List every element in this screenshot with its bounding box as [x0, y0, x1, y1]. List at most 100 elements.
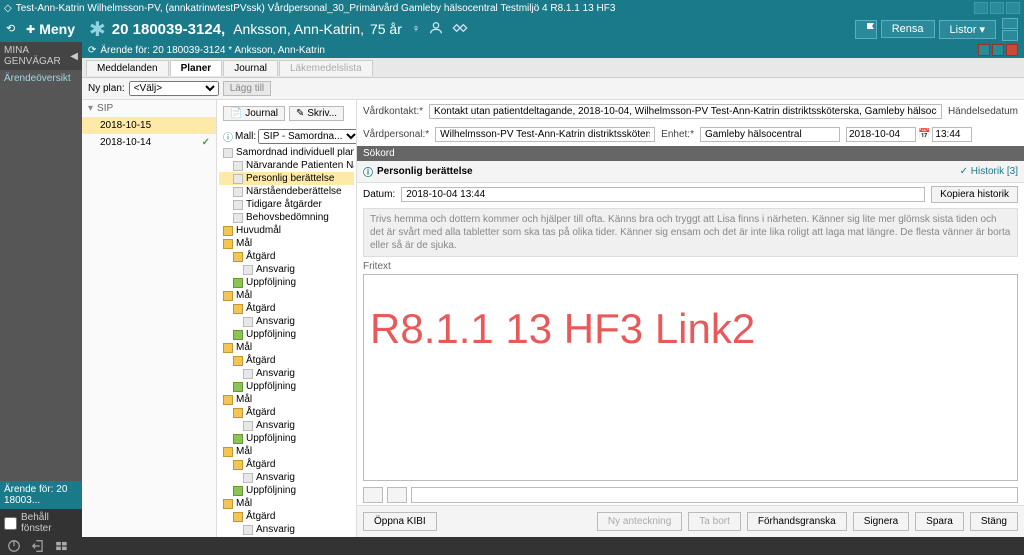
time-input[interactable] [932, 127, 972, 142]
tree-item[interactable]: Ansvarig [219, 523, 354, 536]
power-icon[interactable] [6, 539, 22, 553]
tree-item-label: Närvarande Patienten Närståen [246, 160, 354, 171]
tree-item-label: Tidigare åtgärder [246, 199, 322, 210]
listor-button[interactable]: Listor ▾ [939, 20, 996, 39]
tree-item[interactable]: Åtgärd [219, 458, 354, 471]
tree-journal-button[interactable]: 📄 Journal [223, 106, 285, 121]
logout-icon[interactable] [30, 539, 46, 553]
tree-item[interactable]: Mål [219, 393, 354, 406]
doc-icon [243, 317, 253, 327]
plus-icon[interactable]: ✚ [26, 23, 35, 36]
tree-item-label: Åtgärd [246, 511, 275, 522]
windows-icon[interactable] [54, 539, 70, 553]
back-icon[interactable]: ⟲ [6, 22, 20, 36]
tree-item[interactable]: Uppföljning [219, 276, 354, 289]
kibi-button[interactable]: Öppna KIBI [363, 512, 437, 531]
tree-item[interactable]: Ansvarig [219, 315, 354, 328]
panel-maximize[interactable] [992, 44, 1004, 56]
collapse-icon[interactable]: ◀ [70, 51, 78, 62]
attach-field[interactable] [411, 487, 1018, 503]
folder-g-icon [233, 434, 243, 444]
tree-item[interactable]: Mål [219, 289, 354, 302]
sidebar-item-overview[interactable]: Ärendeöversikt [0, 70, 82, 87]
tree-item[interactable]: Åtgärd [219, 250, 354, 263]
tree-item[interactable]: Ansvarig [219, 263, 354, 276]
tab-lakemedel: Läkemedelslista [279, 60, 373, 76]
attach-button[interactable] [363, 487, 383, 503]
datum-input[interactable] [401, 187, 925, 202]
maximize-button[interactable] [990, 2, 1004, 14]
tab-journal[interactable]: Journal [223, 60, 278, 76]
doc-icon [243, 525, 253, 535]
panel-minimize[interactable] [978, 44, 990, 56]
tree-item[interactable]: Ansvarig [219, 471, 354, 484]
date-input[interactable] [846, 127, 916, 142]
tree-item[interactable]: Ansvarig [219, 367, 354, 380]
tree-item[interactable]: Mål [219, 237, 354, 250]
tree-write-button[interactable]: ✎ Skriv... [289, 106, 344, 121]
signera-button[interactable]: Signera [853, 512, 909, 531]
kopiera-button[interactable]: Kopiera historik [931, 186, 1018, 203]
tree-item[interactable]: Huvudmål [219, 224, 354, 237]
link-button[interactable] [387, 487, 407, 503]
sidebar-item-case[interactable]: Ärende för: 20 18003... [0, 481, 82, 509]
window-controls [974, 2, 1020, 14]
tree-item[interactable]: Åtgärd [219, 406, 354, 419]
tree-item[interactable]: Uppföljning [219, 380, 354, 393]
tab-planer[interactable]: Planer [170, 60, 223, 76]
calendar-icon[interactable]: 📅 [918, 129, 930, 140]
tree-item[interactable]: Närvarande Patienten Närståen [219, 159, 354, 172]
spara-button[interactable]: Spara [915, 512, 964, 531]
tree-item[interactable]: Åtgärd [219, 354, 354, 367]
tree-item[interactable]: Uppföljning [219, 484, 354, 497]
sip-head[interactable]: SIP [82, 100, 216, 117]
menu-button[interactable]: Meny [39, 21, 75, 37]
tree-item[interactable]: Tidigare åtgärder [219, 198, 354, 211]
tree-item[interactable]: Ansvarig [219, 419, 354, 432]
handshake-icon[interactable] [452, 20, 468, 39]
close-button[interactable] [1006, 2, 1020, 14]
historik-link[interactable]: ✓ Historik [3] [960, 166, 1018, 177]
tree-item[interactable]: Personlig berättelse [219, 172, 354, 185]
person-icon[interactable] [428, 20, 444, 39]
panel-close[interactable] [1006, 44, 1018, 56]
tree-item[interactable]: Mål [219, 445, 354, 458]
tree-item[interactable]: Uppföljning [219, 432, 354, 445]
tree-item[interactable]: Uppföljning [219, 328, 354, 341]
plan-add-button[interactable]: Lägg till [223, 81, 271, 96]
tab-meddelanden[interactable]: Meddelanden [86, 60, 169, 76]
crumb-text: Ärende för: 20 180039-3124 * Anksson, An… [100, 45, 325, 56]
tree-item-label: Åtgärd [246, 459, 275, 470]
tree-item[interactable]: Behovsbedömning [219, 211, 354, 224]
plan-row: Ny plan: <Välj> Lägg till [82, 78, 1024, 100]
rensa-button[interactable]: Rensa [881, 20, 935, 38]
doc-icon [233, 161, 243, 171]
tree-item[interactable]: Mål [219, 341, 354, 354]
minimize-button[interactable] [974, 2, 988, 14]
plan-select[interactable]: <Välj> [129, 81, 219, 96]
sip-date-1[interactable]: 2018-10-15 [82, 117, 216, 134]
mall-select[interactable]: SIP - Samordna... [258, 129, 357, 144]
vardkontakt-input[interactable] [429, 104, 942, 119]
tree-item[interactable]: Åtgärd [219, 510, 354, 523]
forhand-button[interactable]: Förhandsgranska [747, 512, 847, 531]
fritext-area[interactable]: R8.1.1 13 HF3 Link2 [363, 274, 1018, 481]
tree-item[interactable]: Åtgärd [219, 302, 354, 315]
enhet-input[interactable] [700, 127, 840, 142]
folder-g-icon [233, 330, 243, 340]
group-icon[interactable] [1002, 30, 1018, 41]
stang-button[interactable]: Stäng [970, 512, 1018, 531]
keep-window-checkbox[interactable] [4, 517, 17, 530]
tree-item[interactable]: Samordnad individuell plan [219, 146, 354, 159]
pb-title: Personlig berättelse [377, 166, 473, 177]
patient-age: 75 år [370, 21, 402, 37]
refresh-icon[interactable]: ⟳ [88, 45, 96, 56]
tree-item[interactable]: Uppföljning [219, 536, 354, 537]
vardpersonal-input[interactable] [435, 127, 655, 142]
user-icon[interactable] [1002, 18, 1018, 29]
tree-item[interactable]: Mål [219, 497, 354, 510]
info-icon: ⓘ [223, 129, 233, 144]
tree-item[interactable]: Närståendeberättelse [219, 185, 354, 198]
flag-button[interactable] [855, 20, 877, 39]
sip-date-2[interactable]: 2018-10-14✓ [82, 134, 216, 151]
